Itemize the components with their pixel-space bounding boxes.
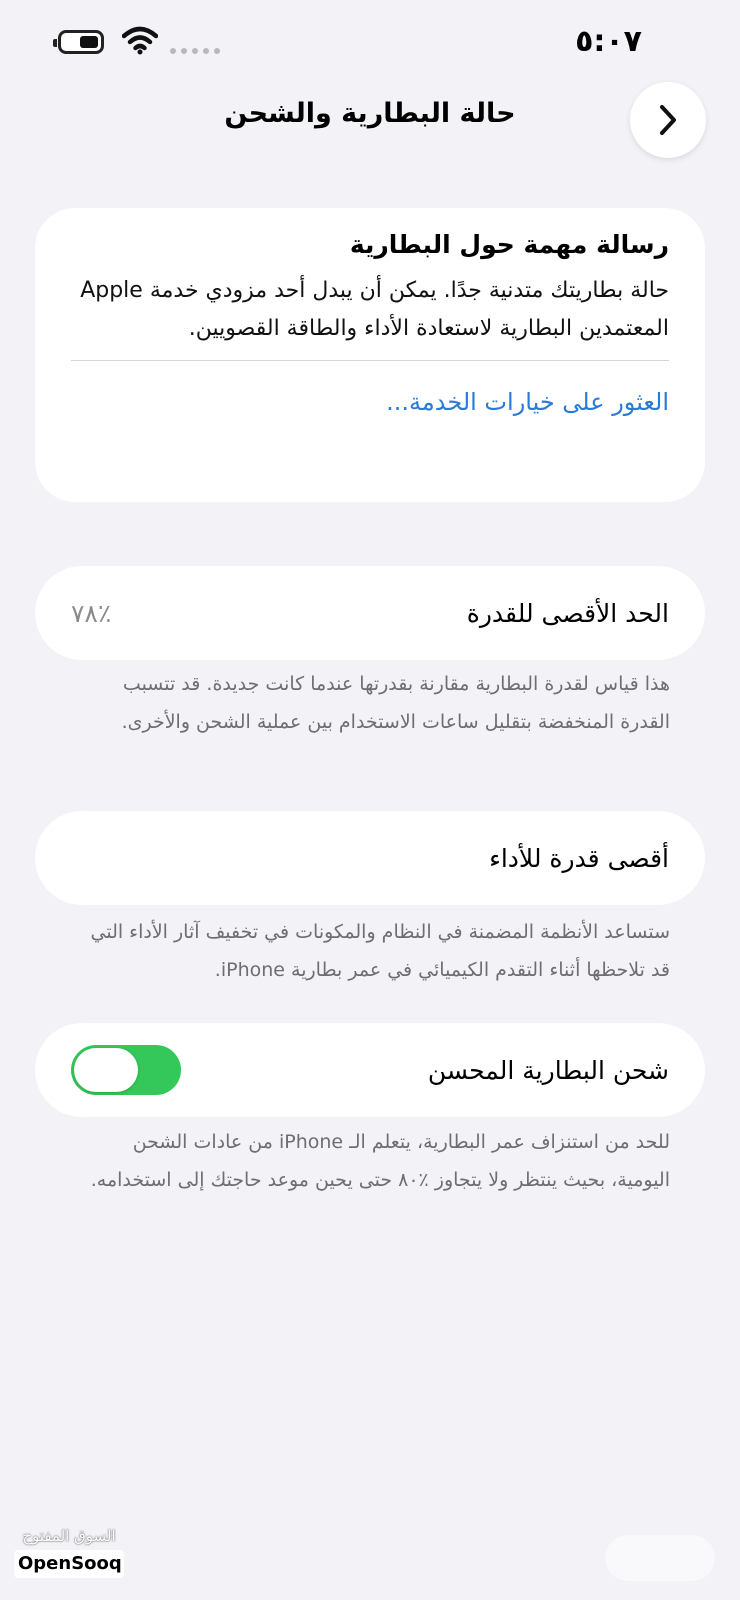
peak-performance-row: أقصى قدرة للأداء: [35, 811, 705, 905]
wifi-icon: [122, 26, 158, 55]
maximum-capacity-label: الحد الأقصى للقدرة: [466, 598, 669, 628]
watermark-english: OpenSooq: [14, 1550, 124, 1578]
toggle-knob: [74, 1048, 138, 1092]
status-time: ٥:٠٧: [575, 24, 642, 59]
opensooq-watermark: السوق المفتوح OpenSooq: [14, 1524, 124, 1578]
message-body: حالة بطاريتك متدنية جدًا. يمكن أن يبدل أ…: [80, 278, 669, 341]
message-title: رسالة مهمة حول البطارية: [349, 230, 669, 259]
maximum-capacity-footnote: هذا قياس لقدرة البطارية مقارنة بقدرتها ع…: [121, 673, 670, 733]
maximum-capacity-row: الحد الأقصى للقدرة ٪٧٨: [35, 566, 705, 660]
battery-icon: [53, 30, 104, 54]
page-title: حالة البطارية والشحن: [224, 98, 516, 129]
optimized-charging-toggle[interactable]: [71, 1045, 181, 1095]
status-bar: ٥:٠٧: [0, 0, 740, 90]
optimized-charging-footnote: للحد من استنزاف عمر البطارية، يتعلم الـ …: [90, 1131, 670, 1191]
optimized-charging-row: شحن البطارية المحسن: [35, 1023, 705, 1117]
back-button[interactable]: [630, 82, 706, 158]
battery-message-card: رسالة مهمة حول البطارية حالة بطاريتك متد…: [35, 208, 705, 502]
find-service-options-link[interactable]: العثور على خيارات الخدمة...: [71, 385, 669, 419]
watermark-arabic: السوق المفتوح: [22, 1527, 116, 1545]
peak-performance-label: أقصى قدرة للأداء: [489, 843, 669, 873]
divider: [71, 360, 669, 361]
peak-performance-footnote: ستساعد الأنظمة المضمنة في النظام والمكون…: [90, 921, 671, 981]
maximum-capacity-value: ٪٧٨: [71, 598, 112, 628]
cellular-signal-icon: [170, 48, 220, 54]
home-indicator: [605, 1535, 715, 1581]
chevron-right-icon: [660, 105, 676, 135]
optimized-charging-label: شحن البطارية المحسن: [427, 1055, 669, 1085]
